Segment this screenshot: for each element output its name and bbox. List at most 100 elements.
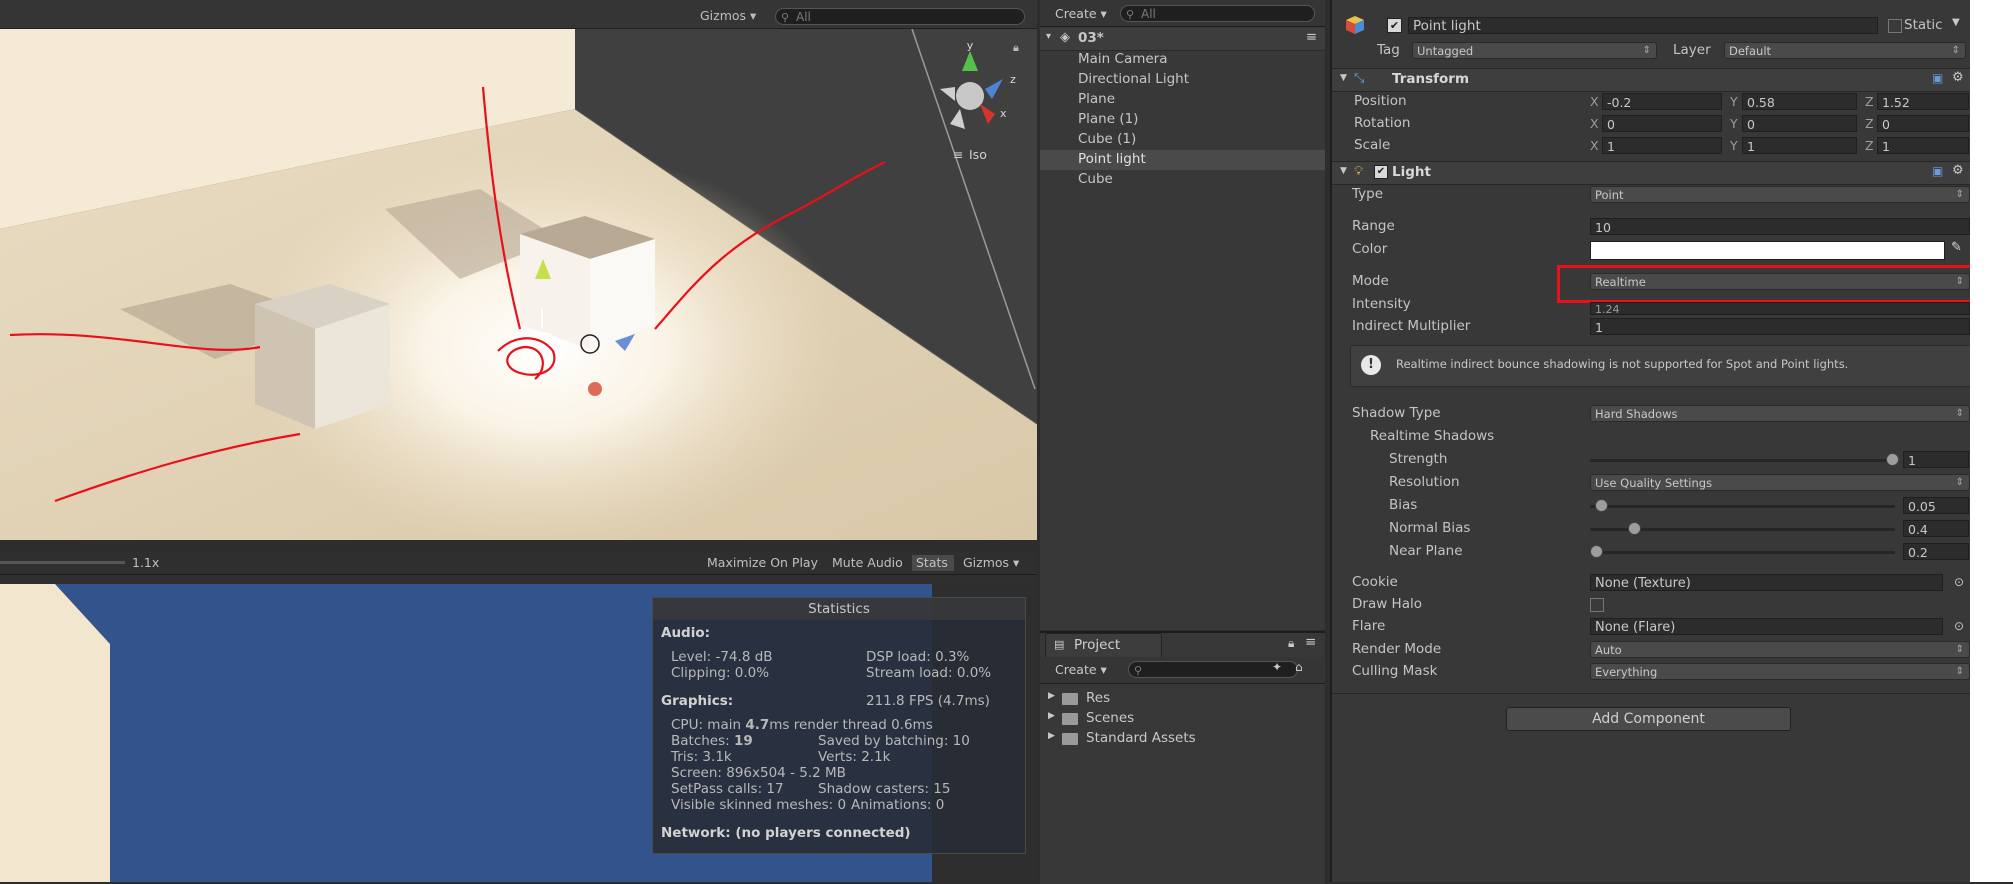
project-tab[interactable]: ▤ Project bbox=[1045, 633, 1162, 657]
help-book-icon[interactable]: ▣ bbox=[1932, 71, 1943, 85]
light-type-value: Point bbox=[1595, 188, 1624, 202]
hierarchy-scene-name: 03* bbox=[1078, 30, 1104, 46]
rotation-z-field[interactable]: 0 bbox=[1877, 115, 1969, 132]
lock-icon[interactable]: 🔒︎ bbox=[1013, 41, 1019, 54]
project-folder-scenes[interactable]: ▶ Scenes bbox=[1048, 709, 1308, 729]
project-lock-icon[interactable]: 🔒︎ bbox=[1288, 636, 1294, 651]
expand-arrow-icon[interactable]: ▾ bbox=[1046, 31, 1051, 42]
object-name-field[interactable]: Point light bbox=[1408, 17, 1878, 34]
hierarchy-scene-header[interactable]: ▾ ◈ 03* ≡ bbox=[1040, 28, 1325, 51]
gizmos-label: Gizmos bbox=[700, 8, 747, 23]
near-plane-slider-thumb[interactable] bbox=[1590, 545, 1603, 558]
axis-z-label: Z bbox=[1865, 94, 1874, 109]
help-book-icon[interactable]: ▣ bbox=[1932, 164, 1943, 178]
position-y-field[interactable]: 0.58 bbox=[1742, 93, 1857, 110]
bias-field[interactable]: 0.05 bbox=[1903, 497, 1969, 514]
gizmos-dropdown[interactable]: Gizmos ▾ bbox=[700, 8, 756, 23]
scale-slider[interactable] bbox=[0, 561, 125, 564]
stats-button[interactable]: Stats bbox=[912, 555, 954, 571]
draw-halo-checkbox[interactable] bbox=[1590, 598, 1604, 612]
folder-expand-icon[interactable]: ▶ bbox=[1048, 691, 1055, 701]
culling-mask-dropdown[interactable]: Everything ⇕ bbox=[1590, 663, 1970, 680]
bias-slider-track[interactable] bbox=[1590, 505, 1895, 508]
range-field[interactable]: 10 bbox=[1590, 218, 1970, 235]
color-swatch[interactable] bbox=[1590, 241, 1945, 260]
eyedropper-icon[interactable]: ✎ bbox=[1951, 240, 1962, 255]
folder-expand-icon[interactable]: ▶ bbox=[1048, 711, 1055, 721]
normal-bias-field[interactable]: 0.4 bbox=[1903, 520, 1969, 537]
hierarchy-search-input[interactable]: ⚲ All bbox=[1120, 5, 1315, 22]
scene-menu-icon[interactable]: ≡ bbox=[1306, 29, 1317, 45]
bias-slider-thumb[interactable] bbox=[1595, 499, 1608, 512]
mute-audio-button[interactable]: Mute Audio bbox=[832, 555, 903, 571]
cookie-field[interactable]: None (Texture) bbox=[1590, 574, 1943, 591]
strength-field[interactable]: 1 bbox=[1903, 451, 1969, 468]
position-x-field[interactable]: -0.2 bbox=[1602, 93, 1722, 110]
hierarchy-item-plane[interactable]: Plane bbox=[1078, 90, 1115, 109]
add-component-button[interactable]: Add Component bbox=[1506, 707, 1791, 731]
scene-search-input[interactable]: ⚲ All bbox=[775, 8, 1025, 25]
position-z-field[interactable]: 1.52 bbox=[1877, 93, 1969, 110]
normal-bias-slider-thumb[interactable] bbox=[1628, 522, 1641, 535]
hierarchy-item-directional-light[interactable]: Directional Light bbox=[1078, 70, 1189, 89]
hierarchy-item-main-camera[interactable]: Main Camera bbox=[1078, 50, 1168, 69]
hierarchy-item-plane-1[interactable]: Plane (1) bbox=[1078, 110, 1138, 129]
draw-halo-label: Draw Halo bbox=[1352, 596, 1422, 612]
layer-dropdown[interactable]: Default ⇕ bbox=[1724, 42, 1966, 59]
scale-x-field[interactable]: 1 bbox=[1602, 137, 1722, 154]
gear-icon[interactable]: ⚙ bbox=[1952, 70, 1964, 85]
range-label: Range bbox=[1352, 218, 1395, 234]
chevron-down-icon: ⇕ bbox=[1955, 408, 1964, 419]
intensity-field[interactable]: 1.24 bbox=[1590, 302, 1970, 316]
hierarchy-item-cube-1[interactable]: Cube (1) bbox=[1078, 130, 1136, 149]
object-picker-icon[interactable]: ⊙ bbox=[1954, 575, 1964, 589]
transform-header[interactable]: ▼ ⤡ Transform ▣ ⚙ bbox=[1332, 68, 1970, 92]
folder-expand-icon[interactable]: ▶ bbox=[1048, 731, 1055, 741]
scale-y-field[interactable]: 1 bbox=[1742, 137, 1857, 154]
foldout-arrow-icon[interactable]: ▼ bbox=[1340, 166, 1347, 176]
rotation-x-field[interactable]: 0 bbox=[1602, 115, 1722, 132]
project-folder-standard-assets[interactable]: ▶ Standard Assets bbox=[1048, 729, 1308, 749]
shadow-type-dropdown[interactable]: Hard Shadows ⇕ bbox=[1590, 405, 1970, 422]
hierarchy-item-point-light[interactable]: Point light bbox=[1078, 150, 1146, 169]
scene-view[interactable]: Gizmos ▾ ⚲ All y z x 🔒︎ ≡ Iso bbox=[0, 0, 1037, 540]
object-picker-icon[interactable]: ⊙ bbox=[1954, 619, 1964, 633]
resolution-dropdown[interactable]: Use Quality Settings ⇕ bbox=[1590, 474, 1970, 491]
game-gizmos-dropdown[interactable]: Gizmos ▾ bbox=[963, 555, 1019, 571]
light-header[interactable]: ▼ 💡︎ ✔ Light ▣ ⚙ bbox=[1332, 161, 1970, 185]
strength-slider-thumb[interactable] bbox=[1886, 453, 1899, 466]
scene-canvas[interactable]: y z x 🔒︎ ≡ Iso bbox=[0, 29, 1037, 540]
near-plane-field[interactable]: 0.2 bbox=[1903, 543, 1969, 560]
active-checkbox[interactable]: ✔ bbox=[1387, 18, 1402, 33]
bias-label: Bias bbox=[1389, 497, 1418, 513]
gear-icon[interactable]: ⚙ bbox=[1952, 163, 1964, 178]
project-create-button[interactable]: Create ▾ bbox=[1055, 662, 1107, 677]
persp-label[interactable]: Iso bbox=[969, 147, 987, 162]
hierarchy-item-cube[interactable]: Cube bbox=[1078, 170, 1113, 189]
resolution-value: Use Quality Settings bbox=[1595, 476, 1713, 490]
strength-slider-track[interactable] bbox=[1590, 459, 1895, 462]
rotation-y-field[interactable]: 0 bbox=[1742, 115, 1857, 132]
render-mode-dropdown[interactable]: Auto ⇕ bbox=[1590, 641, 1970, 658]
near-plane-slider-track[interactable] bbox=[1590, 551, 1895, 554]
flare-field[interactable]: None (Flare) bbox=[1590, 618, 1943, 635]
axis-y-label: Y bbox=[1730, 116, 1738, 131]
filter-by-label-icon[interactable]: ⌂ bbox=[1295, 660, 1303, 674]
stats-dsp-load: DSP load: 0.3% bbox=[866, 649, 970, 665]
static-checkbox[interactable] bbox=[1888, 19, 1902, 33]
light-enabled-checkbox[interactable]: ✔ bbox=[1374, 165, 1388, 179]
static-dropdown-icon[interactable]: ▼ bbox=[1952, 17, 1960, 28]
foldout-arrow-icon[interactable]: ▼ bbox=[1340, 73, 1347, 83]
maximize-on-play-button[interactable]: Maximize On Play bbox=[707, 555, 818, 571]
project-menu-icon[interactable]: ≡ bbox=[1305, 634, 1316, 650]
window-edge bbox=[1970, 0, 2013, 882]
tag-dropdown[interactable]: Untagged ⇕ bbox=[1412, 42, 1657, 59]
scale-z-field[interactable]: 1 bbox=[1877, 137, 1969, 154]
light-type-dropdown[interactable]: Point ⇕ bbox=[1590, 186, 1970, 203]
filter-by-type-icon[interactable]: ✦ bbox=[1272, 660, 1282, 674]
hierarchy-create-button[interactable]: Create ▾ bbox=[1055, 6, 1107, 21]
transform-icon: ⤡ bbox=[1354, 71, 1365, 86]
indirect-multiplier-field[interactable]: 1 bbox=[1590, 318, 1970, 335]
project-folder-res[interactable]: ▶ Res bbox=[1048, 689, 1308, 709]
axis-x-label: X bbox=[1590, 94, 1599, 109]
